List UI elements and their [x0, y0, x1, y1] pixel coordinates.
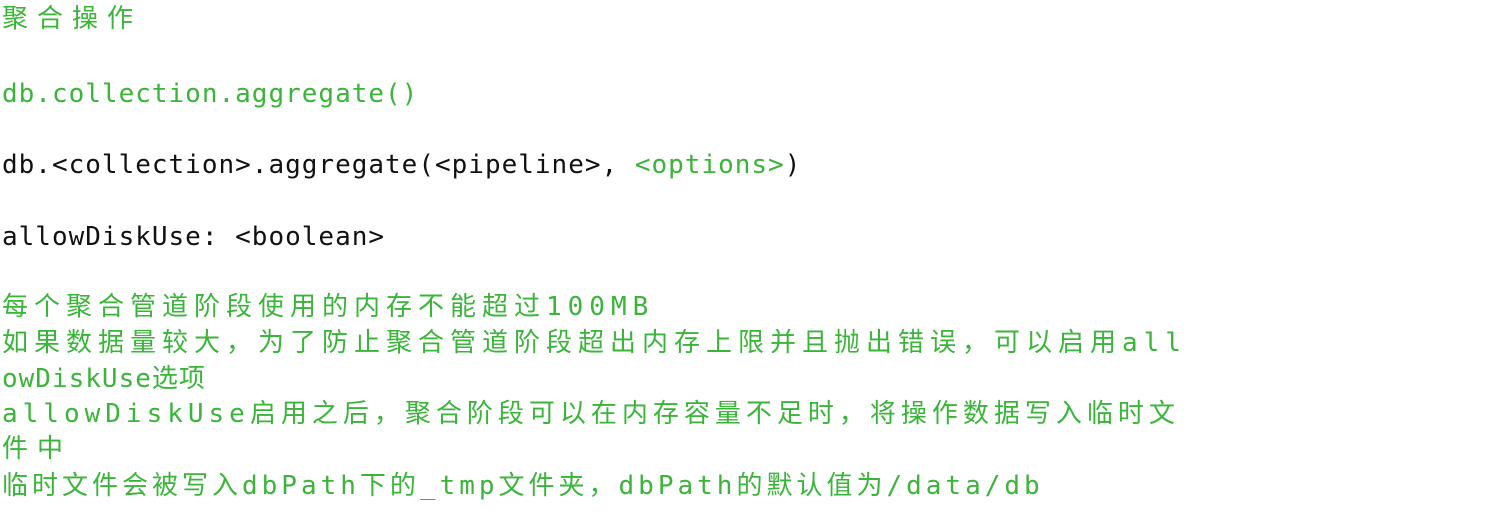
signature-suffix: ) — [784, 150, 802, 180]
option-line: allowDiskUse: <boolean> — [2, 222, 386, 252]
heading: 聚合操作 — [2, 4, 143, 34]
note-line-3: owDiskUse选项 — [2, 364, 206, 394]
signature-prefix: db.<collection>.aggregate(<pipeline>, — [2, 150, 635, 180]
note-line-1: 每个聚合管道阶段使用的内存不能超过100MB — [2, 292, 655, 322]
note-line-5: 件中 — [2, 434, 73, 464]
signature-simple: db.collection.aggregate() — [2, 79, 419, 109]
signature-options: <options> — [634, 150, 785, 180]
note-line-2: 如果数据量较大，为了防止聚合管道阶段超出内存上限并且抛出错误，可以启用all — [2, 328, 1187, 358]
note-line-4: allowDiskUse启用之后，聚合阶段可以在内存容量不足时，将操作数据写入临… — [2, 399, 1180, 429]
document-page: 聚合操作 db.collection.aggregate() db.<colle… — [0, 0, 1485, 523]
note-line-6: 临时文件会被写入dbPath下的_tmp文件夹，dbPath的默认值为/data… — [2, 471, 1044, 501]
signature-full: db.<collection>.aggregate(<pipeline>, <o… — [2, 148, 801, 182]
